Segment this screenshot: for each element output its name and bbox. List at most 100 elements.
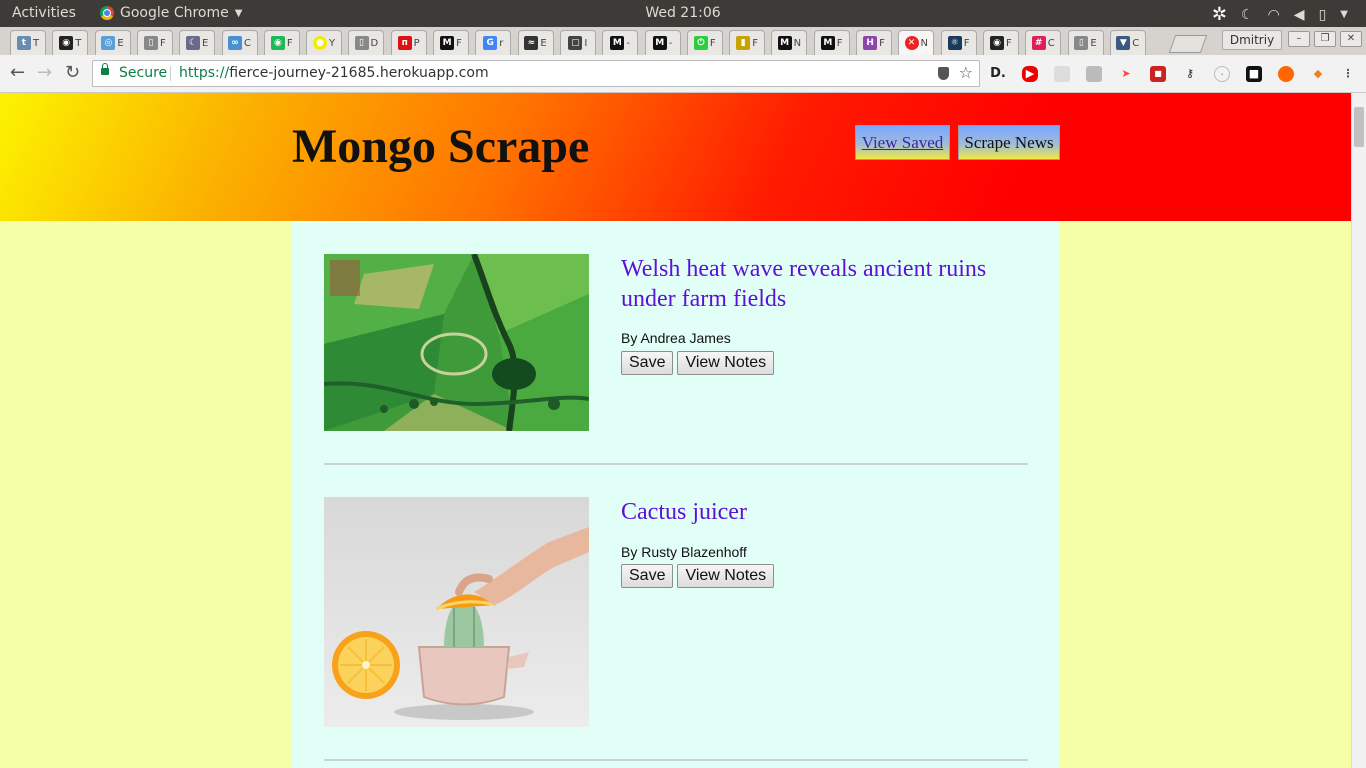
browser-tab[interactable]: ▯ F <box>136 30 173 55</box>
extension-arrow-icon[interactable]: ➤ <box>1118 66 1134 82</box>
chrome-menu-icon[interactable]: ⋮ <box>1340 66 1356 82</box>
extension-grid-icon[interactable] <box>1054 66 1070 82</box>
tab-title: F <box>836 37 843 49</box>
caret-down-icon: ▼ <box>234 7 243 19</box>
browser-tab[interactable]: ▯ D <box>348 30 385 55</box>
extension-elmo-icon[interactable]: ■ <box>1150 66 1166 82</box>
extension-fox-icon[interactable]: ◆ <box>1310 66 1326 82</box>
article-image[interactable] <box>324 497 589 727</box>
browser-tab[interactable]: Gr <box>475 30 512 55</box>
divider <box>170 66 171 81</box>
extension-fire-icon[interactable] <box>1278 66 1294 82</box>
wifi-icon[interactable]: ◠ <box>1268 7 1280 23</box>
save-button[interactable]: Save <box>621 351 674 375</box>
browser-tab[interactable]: ◉ F <box>982 30 1019 55</box>
extension-youtube-icon[interactable]: ▶ <box>1022 66 1038 82</box>
tab-title: E <box>1090 37 1097 49</box>
tab-strip: t T ◉ T ◎ E ▯ F ☾ E ∞ C ◉ F ● Y ▯ Dп P M F Gr ≈ E ▢ I M - M - ⏻ F ▮ F M N M F… <box>0 27 1366 55</box>
new-tab-button[interactable] <box>1168 35 1208 53</box>
minimize-button[interactable]: – <box>1288 31 1310 47</box>
chrome-icon <box>100 6 114 20</box>
os-top-bar: Activities Google Chrome ▼ Wed 21:06 ✲ ☾… <box>0 0 1366 27</box>
tab-bar-icon: ▮ <box>736 36 751 50</box>
article-divider <box>324 463 1028 465</box>
browser-tab[interactable]: ▮ F <box>729 30 766 55</box>
browser-tab[interactable]: пP <box>390 30 427 55</box>
page-scrollbar[interactable] <box>1351 93 1366 768</box>
scrollbar-thumb[interactable] <box>1354 107 1364 147</box>
extension-camera-icon[interactable]: ■ <box>1246 66 1262 82</box>
view-notes-button[interactable]: View Notes <box>677 351 775 375</box>
browser-tab[interactable]: ≈ E <box>517 30 554 55</box>
article-title-link[interactable]: Welsh heat wave reveals ancient ruins un… <box>621 254 1021 314</box>
night-light-icon[interactable]: ☾ <box>1241 7 1254 23</box>
tab-M-icon: M <box>777 36 792 50</box>
browser-tab[interactable]: tT <box>10 30 46 55</box>
profile-button[interactable]: Dmitriy <box>1222 30 1282 50</box>
browser-tab[interactable]: ◎ E <box>94 30 131 55</box>
tab-title: F <box>709 37 716 49</box>
browser-tab[interactable]: ◉ F <box>263 30 300 55</box>
save-button[interactable]: Save <box>621 564 674 588</box>
battery-icon[interactable]: ▯ <box>1319 7 1327 23</box>
tab-title: N <box>920 37 929 49</box>
browser-tab[interactable]: # C <box>1025 30 1062 55</box>
browser-tab[interactable]: ∞ C <box>221 30 258 55</box>
extension-key-icon[interactable]: ⚷ <box>1182 66 1198 82</box>
tab-github-icon: ◉ <box>990 36 1004 50</box>
settings-gear-icon[interactable]: ✲ <box>1212 4 1227 25</box>
browser-tab[interactable]: ▯ E <box>1067 30 1104 55</box>
tab-title: C <box>1047 37 1055 49</box>
maximize-button[interactable]: ❐ <box>1314 31 1336 47</box>
tab-title: F <box>456 37 462 49</box>
article-image[interactable] <box>324 254 589 431</box>
browser-tab[interactable]: MF <box>433 30 469 55</box>
view-notes-button[interactable]: View Notes <box>677 564 775 588</box>
extension-dots-icon[interactable]: · <box>1214 66 1230 82</box>
browser-tab[interactable]: MF <box>813 30 850 55</box>
scrape-news-button[interactable]: Scrape News <box>958 125 1060 160</box>
tab-spotify-icon: ◉ <box>270 36 285 50</box>
tab-M-icon: M <box>652 36 667 50</box>
view-saved-link[interactable]: View Saved <box>862 133 944 152</box>
extension-doc-icon[interactable] <box>1086 66 1102 82</box>
browser-tab[interactable]: M- <box>602 30 639 55</box>
browser-tab[interactable]: ▢ I <box>559 30 596 55</box>
tab-title: F <box>752 37 758 49</box>
browser-tab[interactable]: MN <box>771 30 808 55</box>
article-title-link[interactable]: Cactus juicer <box>621 497 1021 527</box>
browser-tab[interactable]: HF <box>856 30 892 55</box>
system-tray: ✲ ☾ ◠ ◀ ▯ ▼ <box>1212 4 1348 25</box>
site-title: Mongo Scrape <box>292 120 590 173</box>
reload-icon[interactable]: ↻ <box>65 64 80 82</box>
browser-tab[interactable]: ⏻ F <box>686 30 723 55</box>
tab-title: C <box>1132 37 1140 49</box>
extension-d-icon[interactable]: D. <box>990 66 1006 82</box>
power-menu-caret-icon[interactable]: ▼ <box>1340 9 1348 20</box>
bookmark-star-icon[interactable]: ☆ <box>959 63 973 82</box>
activities-button[interactable]: Activities <box>12 5 76 21</box>
app-name: Google Chrome <box>120 5 229 21</box>
browser-tab[interactable]: ⚛ F <box>940 30 977 55</box>
browser-tab[interactable]: ✕ N <box>898 30 935 55</box>
tab-title: T <box>32 37 40 49</box>
article-byline: By Rusty Blazenhoff <box>621 544 747 560</box>
tab-slack-icon: # <box>1031 36 1046 50</box>
blocked-content-icon[interactable] <box>938 67 949 80</box>
browser-tab[interactable]: ◉ T <box>52 30 89 55</box>
close-window-button[interactable]: ✕ <box>1340 31 1362 47</box>
clock[interactable]: Wed 21:06 <box>645 5 720 21</box>
address-bar[interactable]: Secure https://fierce-journey-21685.hero… <box>92 60 980 87</box>
browser-tab[interactable]: M- <box>644 30 681 55</box>
app-menu[interactable]: Google Chrome ▼ <box>100 5 242 21</box>
back-arrow-icon[interactable]: ← <box>10 64 25 82</box>
view-saved-button[interactable]: View Saved <box>855 125 950 160</box>
forward-arrow-icon[interactable]: → <box>37 64 52 82</box>
browser-tab[interactable]: ● Y <box>306 30 343 55</box>
tab-doc-icon: ▯ <box>354 36 369 50</box>
browser-tab[interactable]: ☾ E <box>179 30 216 55</box>
tab-title: F <box>963 37 970 49</box>
tab-title: Y <box>329 37 336 49</box>
browser-tab[interactable]: ▼ C <box>1109 30 1146 55</box>
volume-icon[interactable]: ◀ <box>1294 7 1305 23</box>
